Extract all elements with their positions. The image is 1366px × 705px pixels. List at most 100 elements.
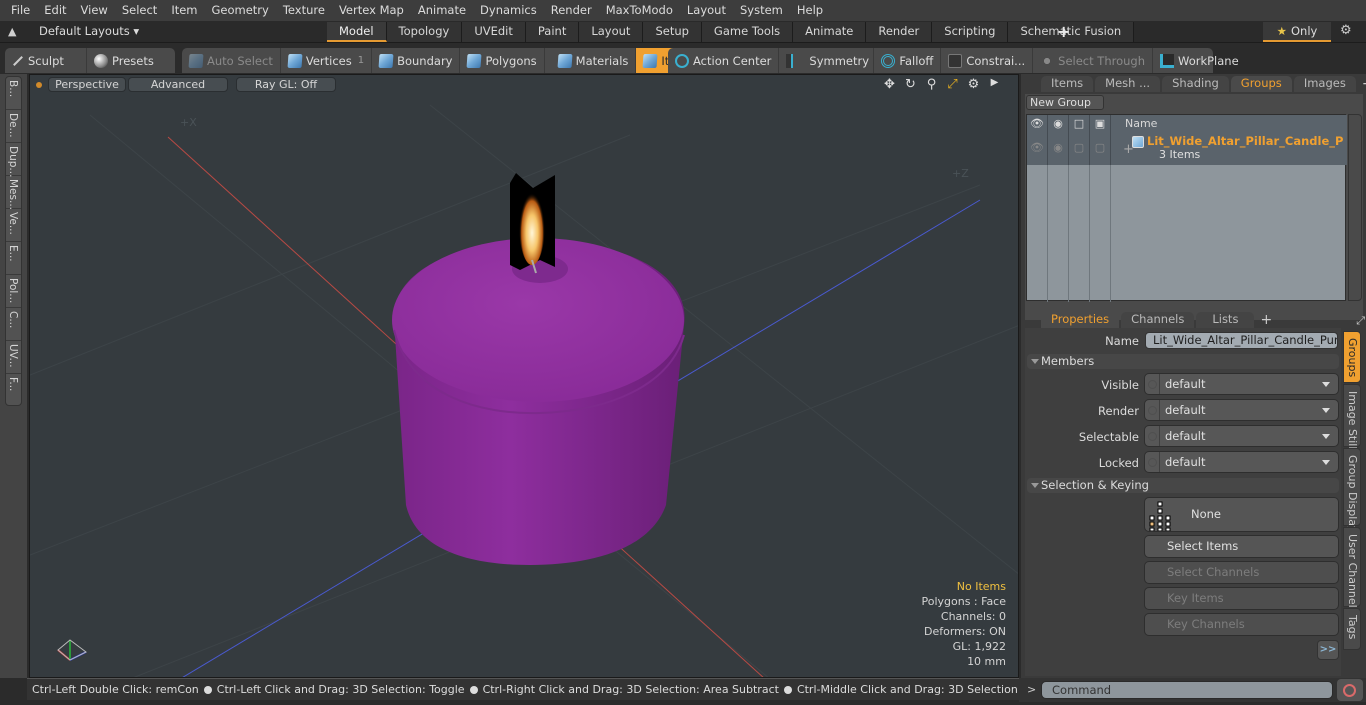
record-macro-button[interactable] xyxy=(1337,679,1363,701)
tab-render[interactable]: Render xyxy=(866,22,933,42)
tab-shading[interactable]: Shading xyxy=(1162,76,1229,92)
selectable-column-icon[interactable]: □ xyxy=(1069,115,1090,133)
select-items-button[interactable]: Select Items xyxy=(1144,535,1339,558)
left-tab-uv[interactable]: UV... xyxy=(6,341,21,374)
members-section[interactable]: Members xyxy=(1027,354,1339,369)
menu-item[interactable]: Item xyxy=(164,0,204,21)
rotate-icon[interactable]: ↻ xyxy=(903,77,918,92)
visibility-toggle-icon[interactable]: 👁 xyxy=(1027,133,1048,165)
lock-column-icon[interactable]: ▣ xyxy=(1090,115,1111,133)
tab-setup[interactable]: Setup xyxy=(643,22,702,42)
add-tab-icon[interactable]: + xyxy=(1362,77,1366,92)
only-toggle-button[interactable]: ★ Only xyxy=(1263,22,1331,42)
left-tab-mesh[interactable]: Mes... xyxy=(6,176,21,210)
tab-topology[interactable]: Topology xyxy=(386,22,463,42)
side-tab-image-still[interactable]: Image Still xyxy=(1343,384,1361,449)
render-toggle-icon[interactable]: ◉ xyxy=(1048,133,1069,165)
left-tab-fusion[interactable]: F... xyxy=(6,374,21,407)
selection-keying-section[interactable]: Selection & Keying xyxy=(1027,478,1339,493)
auto-select-button[interactable]: Auto Select xyxy=(182,48,281,73)
menu-layout[interactable]: Layout xyxy=(680,0,733,21)
menu-edit[interactable]: Edit xyxy=(37,0,73,21)
side-tab-group-display[interactable]: Group Display xyxy=(1343,448,1361,533)
vertices-button[interactable]: Vertices 1 xyxy=(281,48,373,73)
maximize-panel-icon[interactable]: ⤢ xyxy=(1356,313,1365,328)
viewport-indicator-icon[interactable] xyxy=(36,82,42,88)
tab-mesh[interactable]: Mesh ... xyxy=(1095,76,1161,92)
selectable-toggle-icon[interactable]: ▢ xyxy=(1069,133,1090,165)
select-through-button[interactable]: Select Through xyxy=(1033,48,1153,73)
group-name-field[interactable]: Lit_Wide_Altar_Pillar_Candle_Purple ( xyxy=(1145,332,1338,349)
constraints-button[interactable]: Constrai... xyxy=(941,48,1034,73)
left-tab-deform[interactable]: De... xyxy=(6,110,21,143)
tab-animate[interactable]: Animate xyxy=(793,22,867,42)
menu-texture[interactable]: Texture xyxy=(276,0,332,21)
materials-button[interactable]: Materials xyxy=(551,48,637,73)
visible-dropdown[interactable]: default xyxy=(1144,373,1339,395)
menu-maxtomodo[interactable]: MaxToModo xyxy=(599,0,680,21)
tab-lists[interactable]: Lists xyxy=(1196,312,1255,328)
boundary-button[interactable]: Boundary xyxy=(372,48,461,73)
visibility-column-icon[interactable]: 👁 xyxy=(1027,115,1048,133)
command-input[interactable]: Command xyxy=(1041,681,1333,699)
left-tab-edge[interactable]: E... xyxy=(6,242,21,275)
tab-uvedit[interactable]: UVEdit xyxy=(462,22,526,42)
expand-arrow-icon[interactable]: ▶ xyxy=(987,77,1002,92)
menu-select[interactable]: Select xyxy=(115,0,164,21)
falloff-button[interactable]: Falloff xyxy=(874,48,942,73)
sculpt-button[interactable]: Sculpt xyxy=(5,48,87,73)
gear-icon[interactable]: ⚙ xyxy=(1340,23,1352,38)
left-tab-polygon[interactable]: Pol... xyxy=(6,275,21,308)
tab-properties[interactable]: Properties xyxy=(1041,312,1120,328)
render-column-icon[interactable]: ◉ xyxy=(1048,115,1069,133)
gear-icon[interactable]: ⚙ xyxy=(966,77,981,92)
select-channels-button[interactable]: Select Channels xyxy=(1144,561,1339,584)
raygl-button[interactable]: Ray GL: Off xyxy=(236,77,336,92)
left-tab-vertex[interactable]: Ve... xyxy=(6,209,21,242)
side-tab-groups[interactable]: Groups xyxy=(1343,331,1361,383)
tab-items[interactable]: Items xyxy=(1041,76,1094,92)
left-tab-b[interactable]: B... xyxy=(6,77,21,110)
polygons-button[interactable]: Polygons xyxy=(460,48,545,73)
add-tab-icon[interactable]: + xyxy=(1057,22,1070,41)
tab-images[interactable]: Images xyxy=(1293,76,1356,92)
maximize-icon[interactable]: ⤢ xyxy=(945,77,960,92)
menu-animate[interactable]: Animate xyxy=(411,0,473,21)
workplane-button[interactable]: WorkPlane xyxy=(1153,48,1246,73)
tab-groups[interactable]: Groups xyxy=(1230,76,1292,92)
more-button[interactable]: >> xyxy=(1317,640,1339,660)
tab-scripting[interactable]: Scripting xyxy=(932,22,1009,42)
new-group-button[interactable]: New Group xyxy=(1026,95,1104,110)
tab-channels[interactable]: Channels xyxy=(1121,312,1195,328)
group-row[interactable]: 👁 ◉ ▢ ▢ + Lit_Wide_Altar_Pillar_Candle_P… xyxy=(1027,133,1361,165)
locked-dropdown[interactable]: default xyxy=(1144,451,1339,473)
side-tab-user-channels[interactable]: User Channels xyxy=(1343,527,1361,613)
menu-render[interactable]: Render xyxy=(544,0,599,21)
shading-button[interactable]: Advanced xyxy=(128,77,228,92)
layout-collapse-icon[interactable]: ▲ xyxy=(8,25,16,38)
menu-geometry[interactable]: Geometry xyxy=(205,0,276,21)
menu-vertex-map[interactable]: Vertex Map xyxy=(332,0,411,21)
tab-game-tools[interactable]: Game Tools xyxy=(701,22,794,42)
add-tab-icon[interactable]: + xyxy=(1260,313,1272,328)
move-icon[interactable]: ✥ xyxy=(882,77,897,92)
menu-system[interactable]: System xyxy=(733,0,790,21)
zoom-icon[interactable]: ⚲ xyxy=(924,77,939,92)
key-items-button[interactable]: Key Items xyxy=(1144,587,1339,610)
menu-view[interactable]: View xyxy=(74,0,115,21)
key-channels-button[interactable]: Key Channels xyxy=(1144,613,1339,636)
tab-paint[interactable]: Paint xyxy=(525,22,580,42)
layout-select[interactable]: Default Layouts ▾ xyxy=(39,24,139,38)
left-tab-duplicate[interactable]: Dup... xyxy=(6,143,21,177)
action-center-button[interactable]: Action Center xyxy=(668,48,780,73)
menu-dynamics[interactable]: Dynamics xyxy=(473,0,544,21)
3d-viewport[interactable]: +X +Z Perspective Advanced Ray GL: Off ✥… xyxy=(29,74,1019,678)
selectable-dropdown[interactable]: default xyxy=(1144,425,1339,447)
tab-layout[interactable]: Layout xyxy=(579,22,644,42)
side-tab-tags[interactable]: Tags xyxy=(1343,608,1361,650)
menu-file[interactable]: File xyxy=(4,0,37,21)
presets-button[interactable]: Presets xyxy=(87,48,161,73)
name-column-header[interactable]: Name xyxy=(1111,115,1157,133)
menu-help[interactable]: Help xyxy=(790,0,830,21)
perspective-button[interactable]: Perspective xyxy=(48,77,126,92)
